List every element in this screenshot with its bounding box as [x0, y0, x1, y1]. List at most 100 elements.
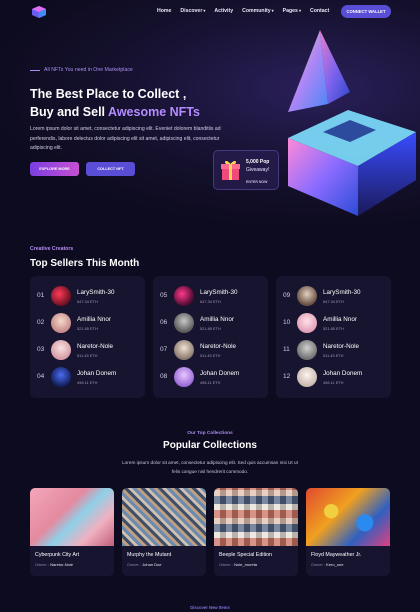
seller-name[interactable]: Johan Donem — [77, 370, 116, 377]
collection-owner: Owner : Kero_one — [311, 562, 344, 567]
avatar[interactable] — [297, 367, 317, 387]
seller-eth: 521.85 ETH — [77, 326, 98, 331]
hero-title-line2: Buy and Sell — [30, 105, 109, 119]
seller-name[interactable]: LarySmith-30 — [77, 289, 114, 296]
giveaway-enter-link[interactable]: ENTER NOW — [246, 180, 267, 184]
hero-tagline: All NFTs You need in One Marketplace — [30, 67, 133, 73]
seller-rank: 02 — [37, 319, 45, 326]
logo-icon[interactable] — [31, 5, 47, 19]
tagline-divider — [30, 69, 40, 71]
seller-rank: 01 — [37, 292, 45, 299]
seller-name[interactable]: Johan Donem — [323, 370, 362, 377]
seller-rank: 07 — [160, 346, 168, 353]
sellers-title: Top Sellers This Month — [30, 258, 140, 269]
avatar[interactable] — [51, 367, 71, 387]
chevron-down-icon: ▾ — [298, 8, 301, 13]
seller-name[interactable]: Amillia Nnor — [200, 316, 234, 323]
seller-eth: 498.11 ETH — [77, 380, 98, 385]
seller-rank: 09 — [283, 292, 291, 299]
hero-title-line1: The Best Place to Collect , — [30, 87, 187, 101]
seller-row[interactable]: 08 Johan Donem 498.11 ETH — [160, 367, 265, 387]
seller-row[interactable]: 03 Naretor-Nole 511.45 ETH — [37, 340, 142, 360]
explore-more-button[interactable]: EXPLORE MORE — [30, 162, 79, 176]
collection-card[interactable]: Beeple Special Edition Owner : Nole_more… — [214, 488, 298, 576]
seller-name[interactable]: Naretor-Nole — [200, 343, 236, 350]
seller-name[interactable]: Johan Donem — [200, 370, 239, 377]
seller-row[interactable]: 12 Johan Donem 498.11 ETH — [283, 367, 388, 387]
collections-title: Popular Collections — [163, 440, 257, 451]
collection-name[interactable]: Beeple Special Edition — [219, 552, 272, 558]
giveaway-card[interactable]: 5,000 Pop Giveaway! ENTER NOW — [213, 150, 279, 190]
discover-tag: Discover New Items — [190, 605, 230, 610]
collection-owner: Owner : Johan Doe — [127, 562, 162, 567]
seller-rank: 06 — [160, 319, 168, 326]
collection-image[interactable] — [122, 488, 206, 546]
hero-description: Lorem ipsum dolor sit amet, consectetur … — [30, 126, 221, 151]
collect-nft-button[interactable]: COLLECT NFT — [86, 162, 135, 176]
seller-row[interactable]: 04 Johan Donem 498.11 ETH — [37, 367, 142, 387]
avatar[interactable] — [174, 367, 194, 387]
avatar[interactable] — [174, 286, 194, 306]
seller-row[interactable]: 07 Naretor-Nole 511.45 ETH — [160, 340, 265, 360]
seller-row[interactable]: 09 LarySmith-30 647.34 ETH — [283, 286, 388, 306]
nav-item-pages[interactable]: Pages▾ — [283, 8, 301, 14]
seller-eth: 647.34 ETH — [323, 299, 344, 304]
seller-eth: 647.34 ETH — [77, 299, 98, 304]
seller-row[interactable]: 10 Amillia Nnor 521.85 ETH — [283, 313, 388, 333]
collection-image[interactable] — [30, 488, 114, 546]
avatar[interactable] — [297, 286, 317, 306]
collection-owner: Owner : Naretor-Nole — [35, 562, 74, 567]
nav-links: Home Discover▾ Activity Community▾ Pages… — [157, 8, 329, 14]
collection-name[interactable]: Floyd Mayweather Jr. — [311, 552, 361, 558]
avatar[interactable] — [51, 313, 71, 333]
seller-row[interactable]: 02 Amillia Nnor 521.85 ETH — [37, 313, 142, 333]
hero-tag-text: All NFTs You need in One Marketplace — [44, 67, 133, 73]
seller-name[interactable]: LarySmith-30 — [323, 289, 360, 296]
seller-rank: 10 — [283, 319, 291, 326]
collection-name[interactable]: Cyberpunk City Art — [35, 552, 79, 558]
seller-name[interactable]: Amillia Nnor — [323, 316, 357, 323]
avatar[interactable] — [174, 340, 194, 360]
seller-rank: 12 — [283, 373, 291, 380]
seller-eth: 511.45 ETH — [200, 353, 221, 358]
collection-card[interactable]: Cyberpunk City Art Owner : Naretor-Nole — [30, 488, 114, 576]
nav-item-community[interactable]: Community▾ — [242, 8, 274, 14]
chevron-down-icon: ▾ — [271, 8, 274, 13]
seller-eth: 521.85 ETH — [200, 326, 221, 331]
seller-name[interactable]: Amillia Nnor — [77, 316, 111, 323]
seller-name[interactable]: LarySmith-30 — [200, 289, 237, 296]
seller-row[interactable]: 05 LarySmith-30 647.34 ETH — [160, 286, 265, 306]
avatar[interactable] — [174, 313, 194, 333]
seller-rank: 04 — [37, 373, 45, 380]
seller-row[interactable]: 01 LarySmith-30 647.34 ETH — [37, 286, 142, 306]
avatar[interactable] — [51, 286, 71, 306]
collection-name[interactable]: Murphy the Mutant — [127, 552, 171, 558]
nav-item-discover[interactable]: Discover▾ — [180, 8, 205, 14]
avatar[interactable] — [297, 313, 317, 333]
seller-eth: 647.34 ETH — [200, 299, 221, 304]
seller-name[interactable]: Naretor-Nole — [77, 343, 113, 350]
connect-wallet-button[interactable]: CONNECT WALLET — [341, 5, 391, 18]
nav-item-activity[interactable]: Activity — [214, 8, 233, 14]
pyramid-illustration — [288, 30, 416, 216]
collection-image[interactable] — [214, 488, 298, 546]
seller-row[interactable]: 06 Amillia Nnor 521.85 ETH — [160, 313, 265, 333]
collection-card[interactable]: Murphy the Mutant Owner : Johan Doe — [122, 488, 206, 576]
seller-eth: 511.45 ETH — [77, 353, 98, 358]
collection-image[interactable] — [306, 488, 390, 546]
sellers-tag: Creative Creators — [30, 246, 74, 252]
avatar[interactable] — [51, 340, 71, 360]
nav-item-contact[interactable]: Contact — [310, 8, 329, 14]
nav-item-home[interactable]: Home — [157, 8, 171, 14]
chevron-down-icon: ▾ — [203, 8, 206, 13]
avatar[interactable] — [297, 340, 317, 360]
seller-eth: 498.11 ETH — [323, 380, 344, 385]
seller-row[interactable]: 11 Naretor-Nole 511.45 ETH — [283, 340, 388, 360]
seller-card-2: 05 LarySmith-30 647.34 ETH 06 Amillia Nn… — [153, 276, 268, 398]
seller-eth: 511.45 ETH — [323, 353, 344, 358]
collection-card[interactable]: Floyd Mayweather Jr. Owner : Kero_one — [306, 488, 390, 576]
collections-description: Lorem ipsum dolor sit amet, consectetur … — [122, 460, 298, 474]
seller-name[interactable]: Naretor-Nole — [323, 343, 359, 350]
seller-rank: 11 — [283, 346, 290, 353]
seller-card-3: 09 LarySmith-30 647.34 ETH 10 Amillia Nn… — [276, 276, 391, 398]
